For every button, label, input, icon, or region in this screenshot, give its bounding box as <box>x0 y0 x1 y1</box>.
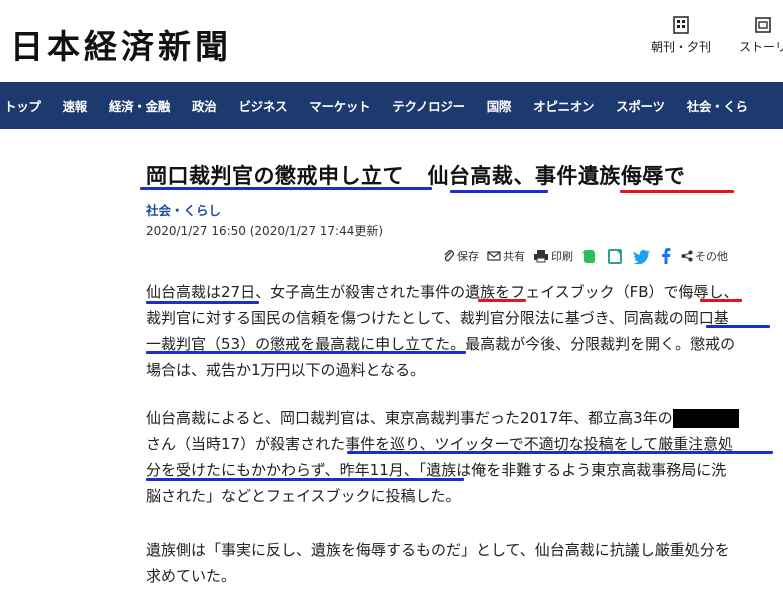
stories-button[interactable]: ストーリ <box>733 16 783 55</box>
save-button[interactable]: 保存 <box>443 248 479 264</box>
share-button[interactable]: 共有 <box>487 248 525 264</box>
paragraph-line: 遺族側は「事実に反し、遺族を侮辱するものだ」として、仙台高裁に抗議し厳重処分を <box>146 541 730 559</box>
share-more-icon <box>681 250 693 262</box>
headline-part: 、事件 <box>513 164 578 188</box>
printer-icon <box>534 250 548 263</box>
evernote-button[interactable] <box>581 248 599 265</box>
evernote-icon <box>582 249 595 263</box>
article-headline: 岡口裁判官の懲戒申し立て 仙台高裁、事件遺族侮辱で <box>146 160 685 190</box>
nav-item-opinion[interactable]: オピニオン <box>522 96 605 115</box>
main-nav: トップ 速報 経済・金融 政治 ビジネス マーケット テクノロジー 国際 オピニ… <box>0 82 783 129</box>
article-timestamp: 2020/1/27 16:50 (2020/1/27 17:44更新) <box>146 224 384 238</box>
nav-item-economy[interactable]: 経済・金融 <box>98 96 181 115</box>
facebook-icon <box>662 248 671 264</box>
more-label: その他 <box>695 250 728 263</box>
twitter-icon <box>633 249 650 264</box>
paragraph-line: 脳された」などとフェイスブックに投稿した。 <box>146 487 461 505</box>
edition-button[interactable]: 朝刊・夕刊 <box>651 16 711 55</box>
nav-item-sports[interactable]: スポーツ <box>605 96 676 115</box>
share-label: 共有 <box>503 250 525 263</box>
headline-part: 遺族侮辱で <box>577 164 686 188</box>
print-label: 印刷 <box>551 250 573 263</box>
print-button[interactable]: 印刷 <box>533 248 573 264</box>
annotation-underline <box>140 187 432 190</box>
article-category[interactable]: 社会・くらし <box>146 200 221 219</box>
clip-button[interactable] <box>607 248 625 265</box>
annotation-underline <box>706 325 770 328</box>
annotation-underline <box>478 299 526 302</box>
article-paragraph: 仙台高裁は27日、女子高生が殺害された事件の遺族をフェイスブック（FB）で侮辱し… <box>146 279 771 383</box>
twitter-button[interactable] <box>633 249 653 264</box>
stories-icon <box>755 17 771 33</box>
nav-item-top[interactable]: トップ <box>0 96 52 115</box>
mail-icon <box>487 251 501 261</box>
headline-part: 岡口裁判官の懲戒申し立て <box>146 164 404 188</box>
redaction-block <box>672 409 739 428</box>
article-paragraph: 遺族側は「事実に反し、遺族を侮辱するものだ」として、仙台高裁に抗議し厳重処分を … <box>146 537 771 589</box>
article-paragraph: 仙台高裁によると、岡口裁判官は、東京高裁判事だった2017年、都立高3年の さん… <box>146 405 771 509</box>
nav-item-technology[interactable]: テクノロジー <box>381 96 475 115</box>
nav-item-market[interactable]: マーケット <box>298 96 381 115</box>
nav-item-society[interactable]: 社会・くら <box>676 96 759 115</box>
save-label: 保存 <box>457 250 479 263</box>
newspaper-icon <box>673 16 689 34</box>
annotation-underline <box>620 190 734 193</box>
annotation-underline <box>700 299 742 302</box>
stories-label: ストーリ <box>738 40 783 54</box>
nav-item-business[interactable]: ビジネス <box>227 96 298 115</box>
edition-label: 朝刊・夕刊 <box>651 40 712 54</box>
facebook-button[interactable] <box>661 248 673 264</box>
site-logo[interactable]: 日本経済新聞 <box>10 20 232 68</box>
paperclip-icon <box>444 250 454 262</box>
annotation-underline <box>347 451 773 454</box>
headline-part: 仙台高裁 <box>427 164 514 188</box>
clip-icon <box>608 248 622 264</box>
paragraph-line: 裁判官に対する国民の信頼を傷つけたとして、裁判官分限法に基づき、同高裁の岡口基 <box>146 309 729 327</box>
annotation-underline <box>146 478 464 481</box>
nav-item-breaking[interactable]: 速報 <box>52 96 98 115</box>
nav-item-politics[interactable]: 政治 <box>181 96 227 115</box>
more-share-button[interactable]: その他 <box>681 248 728 264</box>
annotation-underline <box>146 301 259 304</box>
nav-item-international[interactable]: 国際 <box>476 96 522 115</box>
annotation-underline <box>146 351 466 354</box>
paragraph-line: 仙台高裁によると、岡口裁判官は、東京高裁判事だった2017年、都立高3年の <box>146 405 771 431</box>
annotation-underline <box>450 190 548 193</box>
share-bar: 保存 共有 印刷 その他 <box>443 246 736 266</box>
paragraph-line: 求めていた。 <box>146 567 237 585</box>
site-header: 日本経済新聞 朝刊・夕刊 ストーリ <box>0 0 783 82</box>
paragraph-line: 場合は、戒告か1万円以下の過料となる。 <box>146 361 426 379</box>
paragraph-line-text: 仙台高裁によると、岡口裁判官は、東京高裁判事だった2017年、都立高3年の <box>146 409 673 427</box>
